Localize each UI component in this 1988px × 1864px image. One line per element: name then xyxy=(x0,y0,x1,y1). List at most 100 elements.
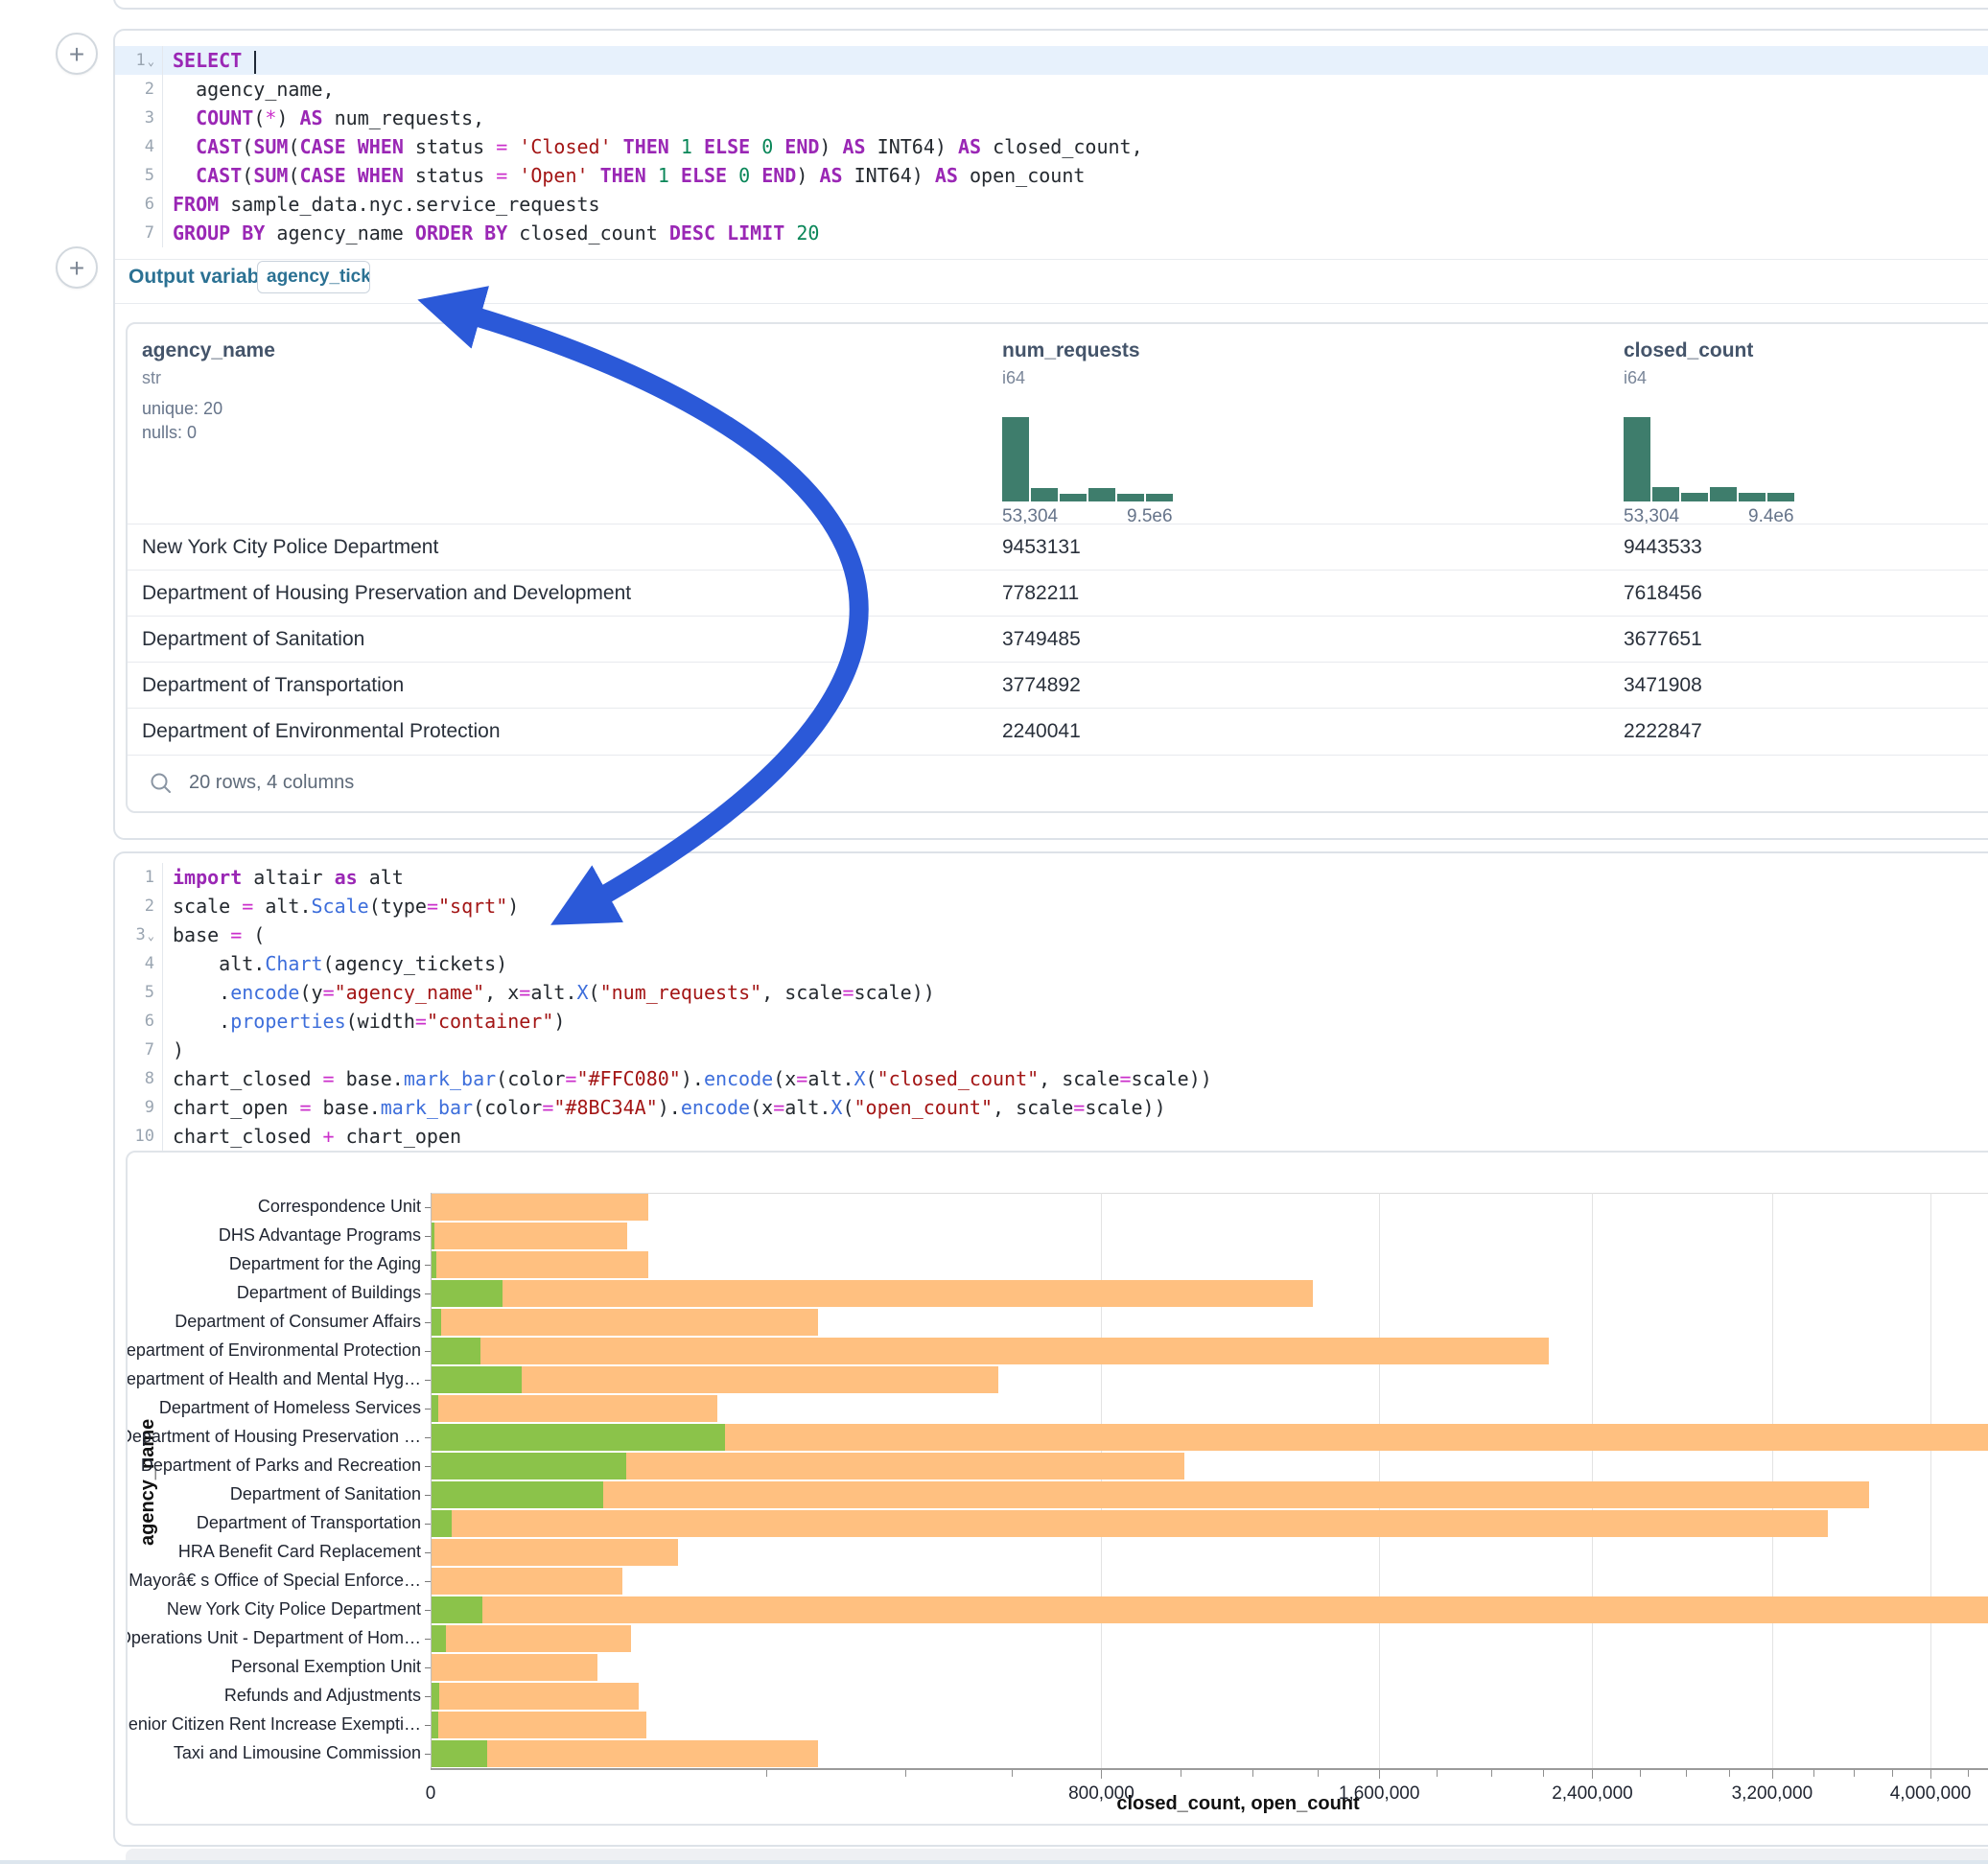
closed_count-bar xyxy=(431,1223,627,1249)
y-axis-domain xyxy=(431,1193,432,1768)
code-text: import altair as alt xyxy=(163,863,404,892)
open_count-bar xyxy=(431,1596,482,1623)
x-tick xyxy=(1813,1770,1814,1777)
column-header-closed_count[interactable]: closed_count xyxy=(1624,339,1753,362)
code-text: ) xyxy=(163,1036,184,1064)
closed_count-bar xyxy=(431,1625,631,1652)
open_count-bar xyxy=(431,1366,522,1393)
y-axis-label: Department of Sanitation xyxy=(230,1484,421,1504)
page-bottom-edge xyxy=(0,1860,1988,1864)
python-line-5[interactable]: 5 .encode(y="agency_name", x=alt.X("num_… xyxy=(115,978,1988,1007)
y-axis-label: Department of Homeless Services xyxy=(159,1398,421,1418)
table-cell: Department of Transportation xyxy=(142,663,404,709)
line-number: 6 xyxy=(115,1007,163,1036)
column-type: i64 xyxy=(1624,368,1647,388)
add-cell-button-top[interactable]: + xyxy=(56,33,98,75)
x-tick xyxy=(1592,1770,1593,1779)
table-row[interactable]: Department of Transportation377489234719… xyxy=(128,662,1988,709)
column-histogram xyxy=(1002,417,1173,501)
table-cell: 9453131 xyxy=(1002,524,1081,571)
fold-chevron-icon[interactable]: ⌄ xyxy=(148,55,154,68)
sql-line-7[interactable]: 7GROUP BY agency_name ORDER BY closed_co… xyxy=(115,219,1988,247)
x-tick xyxy=(1437,1770,1438,1777)
add-cell-button-output[interactable]: + xyxy=(56,246,98,289)
y-axis-label: Personal Exemption Unit xyxy=(231,1657,421,1677)
x-tick xyxy=(1892,1770,1893,1777)
table-row[interactable]: Department of Environmental Protection 22… xyxy=(128,708,1988,755)
table-row[interactable]: New York City Police Department945313194… xyxy=(128,524,1988,571)
code-text: chart_closed + chart_open xyxy=(163,1122,461,1151)
python-line-6[interactable]: 6 .properties(width="container") xyxy=(115,1007,1988,1036)
sql-line-1[interactable]: 1⌄SELECT xyxy=(115,46,1988,75)
code-text: FROM sample_data.nyc.service_requests xyxy=(163,190,600,219)
line-number: 1 xyxy=(115,863,163,892)
python-line-2[interactable]: 2scale = alt.Scale(type="sqrt") xyxy=(115,892,1988,920)
python-line-4[interactable]: 4 alt.Chart(agency_tickets) xyxy=(115,949,1988,978)
open_count-bar xyxy=(431,1453,626,1480)
divider xyxy=(115,259,1988,260)
code-text: scale = alt.Scale(type="sqrt") xyxy=(163,892,519,920)
closed_count-bar xyxy=(431,1338,1549,1364)
column-header-agency_name[interactable]: agency_name xyxy=(142,339,275,362)
code-text: agency_name, xyxy=(163,75,335,104)
x-axis-tick-label: 0 xyxy=(426,1783,436,1805)
python-line-8[interactable]: 8chart_closed = base.mark_bar(color="#FF… xyxy=(115,1064,1988,1093)
column-stat: unique: 20 xyxy=(142,399,222,419)
y-axis-label: Department of Parks and Recreation xyxy=(141,1456,421,1476)
sql-line-5[interactable]: 5 CAST(SUM(CASE WHEN status = 'Open' THE… xyxy=(115,161,1988,190)
sql-line-2[interactable]: 2 agency_name, xyxy=(115,75,1988,104)
line-number: 5 xyxy=(115,161,163,190)
search-icon[interactable] xyxy=(149,771,174,801)
open_count-bar xyxy=(431,1395,438,1422)
output-variable-input[interactable]: agency_tickets xyxy=(257,261,370,293)
sql-line-3[interactable]: 3 COUNT(*) AS num_requests, xyxy=(115,104,1988,132)
gridline xyxy=(1930,1193,1931,1768)
python-code-editor[interactable]: 1import altair as alt2scale = alt.Scale(… xyxy=(115,863,1988,1151)
code-text: GROUP BY agency_name ORDER BY closed_cou… xyxy=(163,219,819,247)
x-tick xyxy=(905,1770,906,1777)
python-line-9[interactable]: 9chart_open = base.mark_bar(color="#8BC3… xyxy=(115,1093,1988,1122)
closed_count-bar xyxy=(431,1395,717,1422)
table-row[interactable]: Department of Sanitation37494853677651 xyxy=(128,616,1988,663)
column-header-num_requests[interactable]: num_requests xyxy=(1002,339,1140,362)
fold-chevron-icon[interactable]: ⌄ xyxy=(148,929,154,943)
x-axis-tick-label: 800,000 xyxy=(1068,1783,1134,1805)
y-axis-label: New York City Police Department xyxy=(167,1599,421,1619)
x-tick xyxy=(1686,1770,1687,1777)
dataframe-preview: agency_namestrunique: 20nulls: 0num_requ… xyxy=(126,322,1988,813)
python-line-10[interactable]: 10chart_closed + chart_open xyxy=(115,1122,1988,1151)
x-tick xyxy=(1101,1770,1102,1779)
x-tick xyxy=(1318,1770,1319,1777)
y-axis-label: Senior Citizen Rent Increase Exempti… xyxy=(126,1714,421,1735)
x-tick xyxy=(1854,1770,1855,1777)
line-number: 4 xyxy=(115,949,163,978)
code-text: alt.Chart(agency_tickets) xyxy=(163,949,507,978)
y-axis-label: DHS Advantage Programs xyxy=(219,1225,421,1246)
closed_count-bar xyxy=(431,1194,648,1221)
table-cell: 2222847 xyxy=(1624,709,1702,755)
x-tick xyxy=(1252,1770,1253,1777)
y-axis-label: Department of Transportation xyxy=(197,1513,421,1533)
row-count-label: 20 rows, 4 columns xyxy=(189,772,354,794)
python-line-7[interactable]: 7) xyxy=(115,1036,1988,1064)
table-row[interactable]: Department of Housing Preservation and D… xyxy=(128,570,1988,617)
y-axis-label: Department of Environmental Protection xyxy=(126,1340,421,1361)
table-cell: Department of Environmental Protection xyxy=(142,709,501,755)
sql-line-4[interactable]: 4 CAST(SUM(CASE WHEN status = 'Closed' T… xyxy=(115,132,1988,161)
x-axis-tick-label: 2,400,000 xyxy=(1552,1783,1633,1805)
line-number: 2 xyxy=(115,75,163,104)
dataframe-footer: 20 rows, 4 columns xyxy=(128,755,1988,811)
sql-line-6[interactable]: 6FROM sample_data.nyc.service_requests xyxy=(115,190,1988,219)
line-number: 7 xyxy=(115,1036,163,1064)
sql-code-editor[interactable]: 1⌄SELECT 2 agency_name,3 COUNT(*) AS num… xyxy=(115,46,1988,247)
chart-x-axis-title: closed_count, open_count xyxy=(1116,1793,1359,1815)
table-cell: 3677651 xyxy=(1624,617,1702,663)
python-line-1[interactable]: 1import altair as alt xyxy=(115,863,1988,892)
previous-cell-fragment xyxy=(113,0,1988,10)
python-line-3[interactable]: 3⌄base = ( xyxy=(115,920,1988,949)
line-number: 4 xyxy=(115,132,163,161)
x-axis-tick-label: 4,000,000 xyxy=(1890,1783,1972,1805)
open_count-bar xyxy=(431,1280,503,1307)
y-axis-label: Department of Housing Preservation … xyxy=(126,1427,421,1447)
column-type: i64 xyxy=(1002,368,1025,388)
